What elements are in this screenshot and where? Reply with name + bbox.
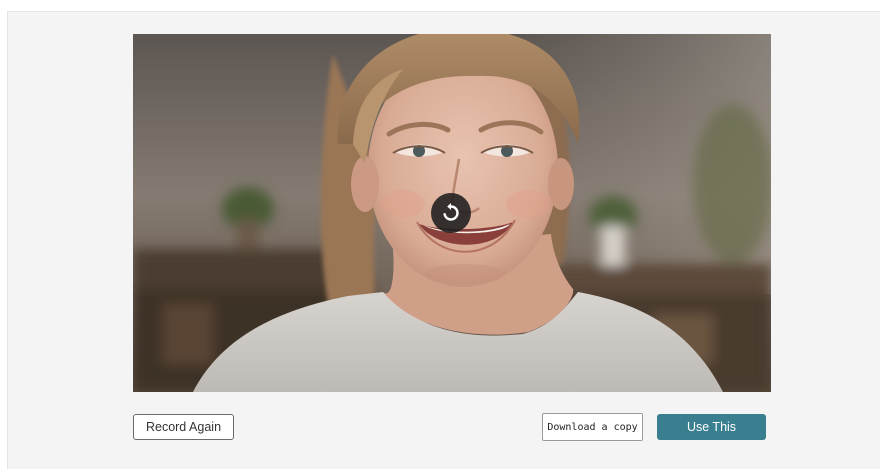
replay-button[interactable] xyxy=(431,193,471,233)
replay-icon xyxy=(443,203,459,221)
use-this-button[interactable]: Use This xyxy=(657,414,766,440)
download-copy-button[interactable]: Download a copy xyxy=(542,413,643,441)
record-again-button[interactable]: Record Again xyxy=(133,414,234,440)
